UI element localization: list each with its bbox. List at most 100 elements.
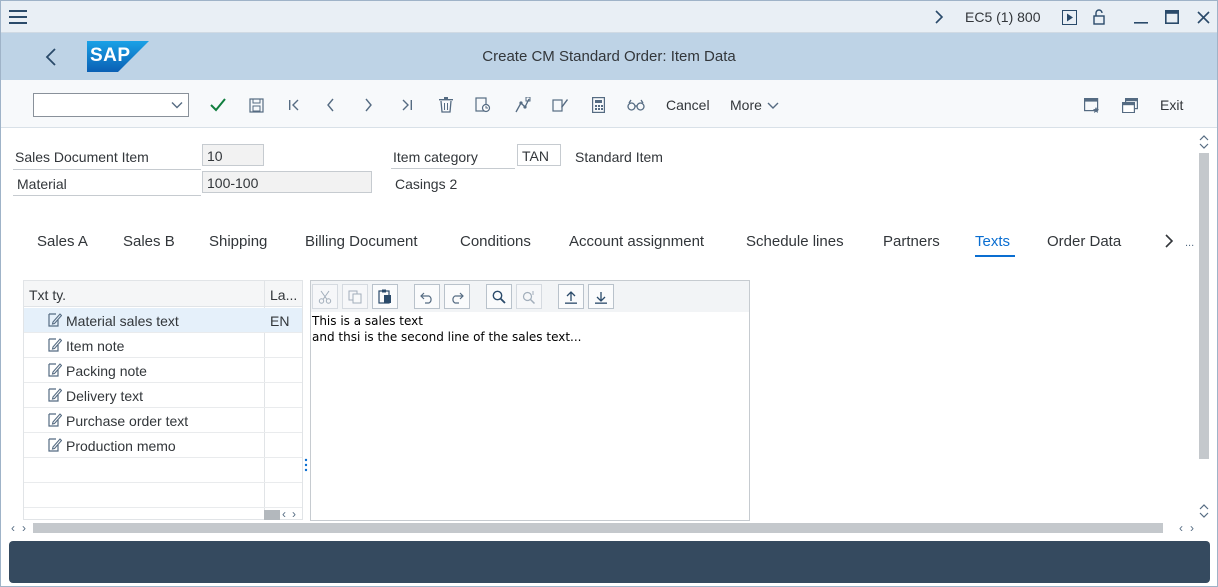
hscroll-left-end-icon[interactable]: ‹ — [1179, 521, 1183, 535]
enter-check-icon[interactable] — [208, 94, 228, 116]
text-type-name: Production memo — [66, 438, 176, 454]
glasses-icon[interactable] — [625, 94, 647, 116]
hierarchy-icon[interactable] — [511, 94, 533, 116]
minimize-icon[interactable] — [1131, 1, 1151, 33]
tab-schedule-lines[interactable]: Schedule lines — [746, 233, 844, 250]
vertical-scrollbar[interactable] — [1199, 153, 1209, 459]
vscroll-up-bottom-icon[interactable] — [1199, 503, 1209, 510]
search-icon — [492, 290, 506, 304]
sales-document-item-field[interactable]: 10 — [202, 144, 264, 166]
grid-hscroll-thumb[interactable] — [264, 510, 280, 520]
unlock-icon[interactable] — [1089, 1, 1109, 33]
clipboard-icon — [378, 289, 391, 304]
horizontal-scrollbar[interactable] — [33, 523, 1163, 533]
display-document-icon[interactable] — [473, 94, 493, 116]
chevron-down-icon[interactable] — [170, 98, 184, 112]
find-next-button[interactable] — [516, 284, 542, 309]
cut-button[interactable] — [312, 284, 338, 309]
edit-text-icon — [46, 412, 62, 428]
calculator-icon[interactable] — [588, 94, 608, 116]
exit-button[interactable]: Exit — [1160, 97, 1183, 113]
edit-text-icon — [46, 387, 62, 403]
delete-icon[interactable] — [436, 94, 456, 116]
next-page-icon[interactable] — [358, 94, 378, 116]
redo-button[interactable] — [444, 284, 470, 309]
tab-conditions[interactable]: Conditions — [460, 233, 531, 250]
save-icon[interactable] — [246, 94, 266, 116]
download-button[interactable] — [588, 284, 614, 309]
tab-account-assignment[interactable]: Account assignment — [569, 233, 704, 250]
tabs-scroll-right-icon[interactable] — [1164, 234, 1174, 248]
upload-icon — [565, 290, 577, 304]
table-row[interactable] — [24, 483, 302, 508]
page-title: Create CM Standard Order: Item Data — [482, 48, 736, 65]
maximize-icon[interactable] — [1162, 1, 1182, 33]
tabs-overflow-button[interactable]: ... — [1185, 237, 1194, 249]
toolbar: Cancel More Exit — [1, 80, 1217, 128]
text-editor: This is a sales text and thsi is the seco… — [310, 280, 750, 521]
undo-button[interactable] — [414, 284, 440, 309]
command-field[interactable] — [33, 93, 189, 117]
first-page-icon[interactable] — [284, 94, 304, 116]
more-chevron-down-icon[interactable] — [765, 94, 781, 116]
favorite-window-icon[interactable] — [1082, 94, 1102, 116]
tab-sales-b[interactable]: Sales B — [123, 233, 175, 250]
grid-scroll-left-icon[interactable]: ‹ — [282, 507, 286, 521]
copy-button[interactable] — [342, 284, 368, 309]
material-field[interactable]: 100-100 — [202, 171, 372, 193]
tab-sales-a[interactable]: Sales A — [37, 233, 88, 250]
tab-shipping[interactable]: Shipping — [209, 233, 267, 250]
tab-order-data[interactable]: Order Data — [1047, 233, 1121, 250]
tab-partners[interactable]: Partners — [883, 233, 940, 250]
find-button[interactable] — [486, 284, 512, 309]
close-icon[interactable] — [1193, 1, 1213, 33]
table-row[interactable]: Production memo — [24, 433, 302, 458]
menu-icon[interactable] — [7, 1, 29, 33]
upload-button[interactable] — [558, 284, 584, 309]
system-bar: EC5 (1) 800 — [1, 1, 1217, 33]
last-page-icon[interactable] — [397, 94, 417, 116]
table-row[interactable] — [24, 458, 302, 483]
active-tab-indicator — [975, 255, 1015, 257]
item-category-field[interactable]: TAN — [517, 144, 561, 166]
hscroll-right-end-icon[interactable]: › — [1190, 521, 1194, 535]
material-description: Casings 2 — [395, 176, 458, 192]
vscroll-down-top-icon[interactable] — [1199, 143, 1209, 150]
tab-billing-document[interactable]: Billing Document — [305, 233, 418, 250]
table-row[interactable]: Purchase order text — [24, 408, 302, 433]
previous-page-icon[interactable] — [321, 94, 341, 116]
tab-texts[interactable]: Texts — [975, 233, 1010, 250]
editor-toolbar — [311, 281, 749, 312]
table-row[interactable]: Item note — [24, 333, 302, 358]
column-header-language[interactable]: La... — [270, 287, 297, 303]
table-row[interactable]: Delivery text — [24, 383, 302, 408]
redo-icon — [452, 292, 464, 304]
column-header-text-type[interactable]: Txt ty. — [29, 287, 66, 303]
editor-line-1: This is a sales text — [312, 314, 423, 328]
editor-text-area[interactable]: This is a sales text and thsi is the seco… — [312, 313, 582, 345]
new-window-icon[interactable] — [1120, 94, 1140, 116]
table-row[interactable]: Material sales text EN — [24, 308, 302, 333]
copy-edit-icon[interactable] — [549, 94, 571, 116]
play-icon[interactable] — [1059, 1, 1079, 33]
sap-window: EC5 (1) 800 SAP Create CM Standard Order… — [0, 0, 1218, 587]
hscroll-left-icon[interactable]: ‹ — [11, 521, 15, 535]
vscroll-down-icon[interactable] — [1199, 512, 1209, 519]
hscroll-right-icon[interactable]: › — [22, 521, 26, 535]
splitter-handle[interactable] — [304, 458, 308, 472]
chevron-right-icon[interactable] — [929, 1, 949, 33]
scissors-icon — [318, 290, 332, 304]
text-type-name: Packing note — [66, 363, 147, 379]
paste-button[interactable] — [372, 284, 398, 309]
grid-scroll-right-icon[interactable]: › — [292, 507, 296, 521]
undo-icon — [420, 292, 432, 304]
material-label: Material — [17, 176, 67, 192]
cancel-button[interactable]: Cancel — [666, 97, 710, 113]
label-underline — [13, 195, 201, 196]
vscroll-up-icon[interactable] — [1199, 134, 1209, 141]
table-row[interactable]: Packing note — [24, 358, 302, 383]
download-icon — [595, 291, 607, 304]
more-button[interactable]: More — [730, 97, 762, 113]
text-type-language: EN — [270, 313, 290, 329]
status-bar — [9, 541, 1210, 583]
